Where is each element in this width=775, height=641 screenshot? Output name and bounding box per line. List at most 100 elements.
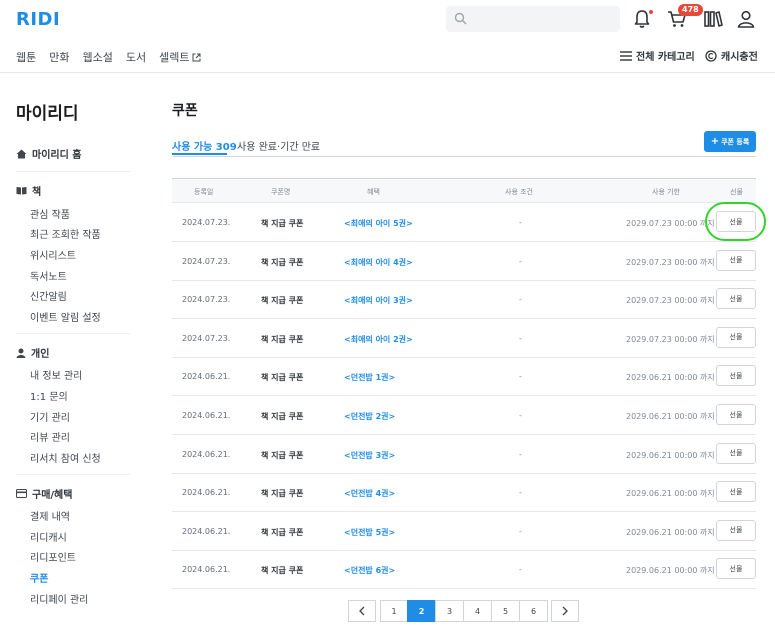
library-icon[interactable] <box>702 8 724 30</box>
all-categories-label: 전체 카테고리 <box>636 52 695 63</box>
col-benefit: 혜택 <box>367 188 380 196</box>
coupon-benefit[interactable]: <최애의 아이 5권> <box>344 218 413 229</box>
gnb-comics[interactable]: 만화 <box>49 49 69 65</box>
gnb-webtoon[interactable]: 웹툰 <box>16 49 36 65</box>
sidebar-item-research[interactable]: 리서치 참여 신청 <box>30 450 101 465</box>
user-icon[interactable] <box>735 8 757 30</box>
home-icon <box>16 149 27 158</box>
table-row: 2024.07.23. 책 지급 쿠폰 <최애의 아이 3권> - 2029.07.23… <box>172 280 756 320</box>
sidebar-item-payments[interactable]: 결제 내역 <box>30 508 70 523</box>
page-1[interactable]: 1 <box>380 600 408 622</box>
coupon-benefit[interactable]: <던전밥 2권> <box>344 411 395 422</box>
coupon-date: 2024.06.21. <box>182 411 231 420</box>
coupon-name: 책 지급 쿠폰 <box>261 566 304 576</box>
coupon-tabs: 사용 가능 309 사용 완료·기간 만료 <box>172 132 756 157</box>
gift-button[interactable]: 선물 <box>716 365 756 387</box>
sidebar-section-book: 책 <box>16 183 41 198</box>
external-link-icon <box>192 53 200 61</box>
next-page-button[interactable] <box>551 600 579 622</box>
coupon-condition: - <box>519 488 522 498</box>
gnb-webnovel[interactable]: 웹소설 <box>83 49 113 65</box>
coupon-date: 2024.06.21. <box>182 449 231 459</box>
coupon-benefit[interactable]: <던전밥 3권> <box>344 450 395 461</box>
tab-used-expired[interactable]: 사용 완료·기간 만료 <box>237 138 320 153</box>
tab-available-count: 309 <box>215 142 237 153</box>
sidebar-item-event-alert-settings[interactable]: 이벤트 알림 설정 <box>30 309 101 324</box>
coupon-benefit[interactable]: <최애의 아이 3권> <box>344 295 413 306</box>
page-5[interactable]: 5 <box>491 600 520 622</box>
table-row: 2024.06.21. 책 지급 쿠폰 <던전밥 2권> - 2029.06.21 00… <box>172 396 756 435</box>
page-3[interactable]: 3 <box>435 600 464 622</box>
coupon-expiry: 2029.06.21 00:00 까지 <box>626 489 715 499</box>
cash-charge-button[interactable]: 캐시충전 <box>705 48 758 63</box>
search-input[interactable] <box>446 6 620 32</box>
tab-active-indicator <box>172 153 227 155</box>
col-expiry: 사용 기한 <box>652 188 680 196</box>
cash-charge-label: 캐시충전 <box>721 52 758 63</box>
table-row: 2024.07.23. 책 지급 쿠폰 <최애의 아이 2권> - 2029.07.23… <box>172 319 756 358</box>
gift-button[interactable]: 선물 <box>716 519 756 541</box>
sidebar-item-inquiry[interactable]: 1:1 문의 <box>30 388 68 403</box>
gift-button[interactable]: 선물 <box>716 442 756 464</box>
gift-button[interactable]: 선물 <box>716 249 756 271</box>
gnb-books[interactable]: 도서 <box>126 49 146 65</box>
page-4[interactable]: 4 <box>463 600 492 622</box>
coupon-benefit[interactable]: <최애의 아이 4권> <box>344 257 413 268</box>
sidebar-item-recent[interactable]: 최근 조회한 작품 <box>30 226 101 241</box>
gift-button[interactable]: 선물 <box>716 481 756 503</box>
sidebar-item-ridicash[interactable]: 리디캐시 <box>30 529 67 544</box>
gift-button[interactable]: 선물 <box>716 558 756 580</box>
sidebar-item-devices[interactable]: 기기 관리 <box>30 409 70 424</box>
coupon-expiry: 2029.07.23 00:00 까지 <box>626 296 715 306</box>
gift-button[interactable]: 선물 <box>716 211 756 232</box>
coupon-date: 2024.06.21. <box>182 526 231 536</box>
all-categories-button[interactable]: 전체 카테고리 <box>620 48 695 63</box>
sidebar-item-wishlist[interactable]: 위시리스트 <box>30 247 76 262</box>
coupon-condition: - <box>519 411 522 420</box>
gift-button[interactable]: 선물 <box>716 404 756 425</box>
table-row: 2024.06.21. 책 지급 쿠폰 <던전밥 3권> - 2029.06.21 00… <box>172 435 756 474</box>
sidebar-home-label: 마이리디 홈 <box>32 150 82 161</box>
sidebar-item-ridipoint[interactable]: 리디포인트 <box>30 549 76 564</box>
sidebar-item-account[interactable]: 내 정보 관리 <box>30 367 82 382</box>
sidebar-item-home[interactable]: 마이리디 홈 <box>16 146 81 161</box>
sidebar-item-reviews[interactable]: 리뷰 관리 <box>30 429 70 444</box>
gnb-select[interactable]: 셀렉트 <box>159 49 200 65</box>
coupon-expiry: 2029.06.21 00:00 까지 <box>626 450 715 460</box>
coupon-date: 2024.06.21. <box>182 372 231 382</box>
coupon-benefit[interactable]: <던전밥 5권> <box>344 527 395 538</box>
sidebar-item-ridipay[interactable]: 리디페이 관리 <box>30 591 88 606</box>
page-6[interactable]: 6 <box>519 600 548 622</box>
sidebar-item-interests[interactable]: 관심 작품 <box>30 206 70 221</box>
tab-available-label: 사용 가능 <box>172 142 213 153</box>
coupon-benefit[interactable]: <던전밥 1권> <box>344 372 395 383</box>
coupon-name: 책 지급 쿠폰 <box>261 219 304 228</box>
sidebar-divider <box>16 171 130 172</box>
coupon-benefit[interactable]: <던전밥 4권> <box>344 488 395 499</box>
gift-button[interactable]: 선물 <box>716 288 756 310</box>
table-row: 2024.06.21. 책 지급 쿠폰 <던전밥 1권> - 2029.06.21 00… <box>172 357 756 397</box>
ridi-logo[interactable]: RIDI <box>16 9 60 30</box>
coupon-name: 책 지급 쿠폰 <box>261 373 304 383</box>
coupon-name: 책 지급 쿠폰 <box>261 489 304 499</box>
register-coupon-button[interactable]: + 쿠폰 등록 <box>704 131 756 152</box>
sidebar-item-coupon[interactable]: 쿠폰 <box>30 570 48 585</box>
coupon-condition: - <box>519 256 522 266</box>
coupon-benefit[interactable]: <최애의 아이 2권> <box>344 334 413 345</box>
coupon-benefit[interactable]: <던전밥 6권> <box>344 565 395 576</box>
sidebar-divider <box>16 474 130 475</box>
col-condition: 사용 조건 <box>505 188 533 196</box>
tab-available[interactable]: 사용 가능 309 <box>172 138 237 155</box>
sidebar-section-label: 구매/혜택 <box>32 490 73 501</box>
sidebar-item-new-alerts[interactable]: 신간알림 <box>30 288 67 303</box>
coupon-date: 2024.07.23. <box>182 256 231 266</box>
gift-button[interactable]: 선물 <box>716 326 756 348</box>
coupon-date: 2024.06.21. <box>182 565 231 575</box>
sidebar-item-reading-notes[interactable]: 독서노트 <box>30 268 67 283</box>
coupon-name: 책 지급 쿠폰 <box>261 412 304 421</box>
table-row: 2024.07.23. 책 지급 쿠폰 <최애의 아이 5권> - 2029.07.23… <box>172 203 756 242</box>
prev-page-button[interactable] <box>348 600 376 622</box>
page-2[interactable]: 2 <box>407 600 436 622</box>
coupon-condition: - <box>519 526 522 536</box>
coupon-condition: - <box>519 372 522 382</box>
